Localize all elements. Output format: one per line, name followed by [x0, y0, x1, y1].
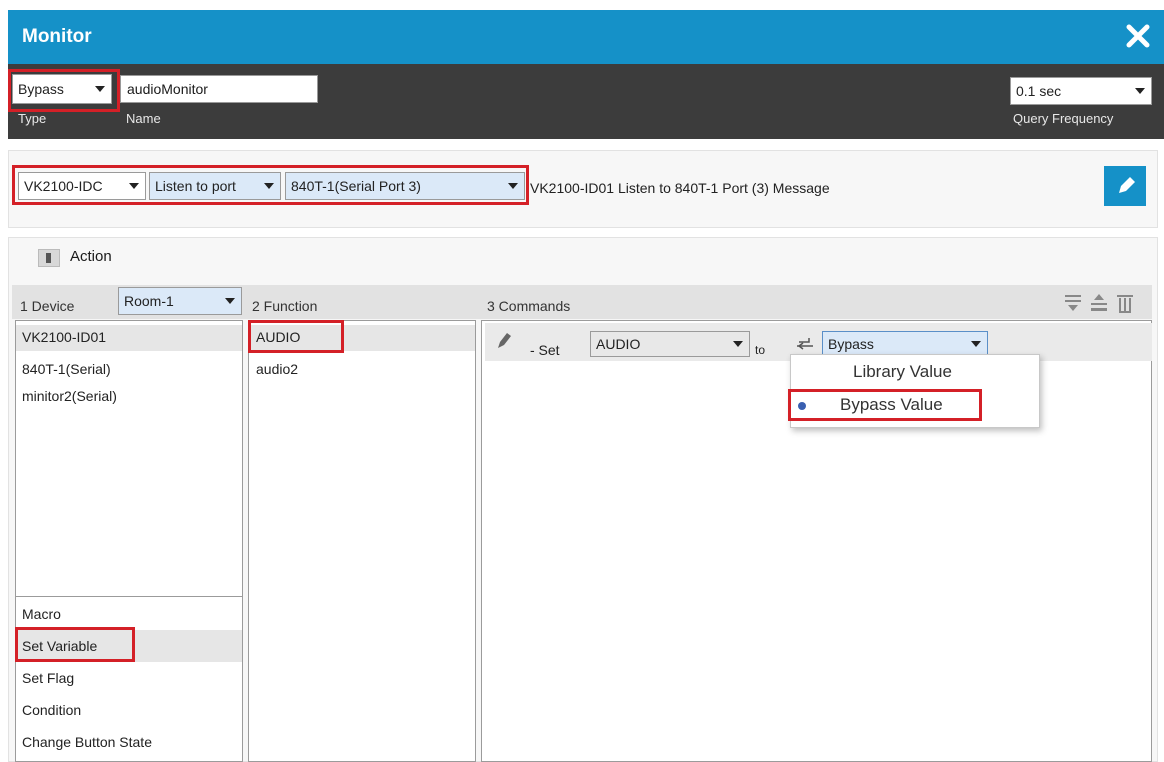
- function-highlight: [248, 320, 344, 353]
- set-label: - Set: [530, 342, 560, 358]
- delete-icon[interactable]: [1114, 292, 1136, 314]
- trigger-description: VK2100-ID01 Listen to 840T-1 Port (3) Me…: [530, 180, 830, 196]
- chevron-down-icon: [225, 298, 235, 304]
- commands-column-header: 3 Commands: [487, 298, 571, 314]
- set-variable-highlight: [15, 627, 135, 662]
- device-item[interactable]: 840T-1(Serial): [22, 361, 111, 377]
- pencil-icon[interactable]: [496, 331, 512, 351]
- query-frequency-label: Query Frequency: [1013, 111, 1114, 126]
- room-select[interactable]: Room-1: [118, 287, 242, 315]
- name-input[interactable]: audioMonitor: [120, 75, 318, 103]
- window-title: Monitor: [22, 26, 92, 47]
- edit-button[interactable]: [1104, 166, 1146, 206]
- close-icon[interactable]: [1124, 22, 1152, 50]
- variable-select-value: AUDIO: [596, 336, 641, 352]
- device-column-header: 1 Device: [20, 298, 75, 314]
- value-select-value: Bypass: [828, 336, 874, 352]
- variable-select[interactable]: AUDIO: [590, 331, 750, 357]
- action-type-item[interactable]: Change Button State: [22, 734, 152, 750]
- add-command-icon[interactable]: [1062, 292, 1084, 314]
- device-list: [15, 320, 243, 762]
- action-type-item[interactable]: Set Flag: [22, 670, 74, 686]
- title-bar: Monitor: [8, 10, 1164, 64]
- function-item[interactable]: audio2: [256, 361, 298, 377]
- type-label: Type: [18, 111, 47, 126]
- toggle-icon[interactable]: [38, 249, 60, 267]
- action-type-item[interactable]: Macro: [22, 606, 61, 622]
- name-label: Name: [126, 111, 161, 126]
- chevron-down-icon: [971, 341, 981, 347]
- room-select-value: Room-1: [124, 293, 174, 309]
- swap-icon[interactable]: [795, 336, 815, 352]
- device-item[interactable]: VK2100-ID01: [22, 329, 106, 345]
- action-label: Action: [70, 248, 112, 265]
- action-type-item[interactable]: Condition: [22, 702, 81, 718]
- function-list: [248, 320, 476, 762]
- function-column-header: 2 Function: [252, 298, 318, 314]
- query-frequency-select[interactable]: 0.1 sec: [1010, 77, 1152, 105]
- edit-icon: [1119, 177, 1135, 193]
- query-frequency-value: 0.1 sec: [1016, 83, 1062, 99]
- chevron-down-icon: [733, 341, 743, 347]
- bypass-value-highlight: [788, 389, 982, 421]
- list-divider: [16, 596, 242, 597]
- trigger-highlight: [12, 165, 529, 205]
- chevron-down-icon: [1135, 88, 1145, 94]
- type-highlight: [8, 69, 120, 112]
- export-icon[interactable]: [1088, 292, 1110, 314]
- dropdown-option-library-value[interactable]: Library Value: [853, 362, 952, 382]
- device-item[interactable]: minitor2(Serial): [22, 388, 117, 404]
- to-label: to: [755, 343, 766, 357]
